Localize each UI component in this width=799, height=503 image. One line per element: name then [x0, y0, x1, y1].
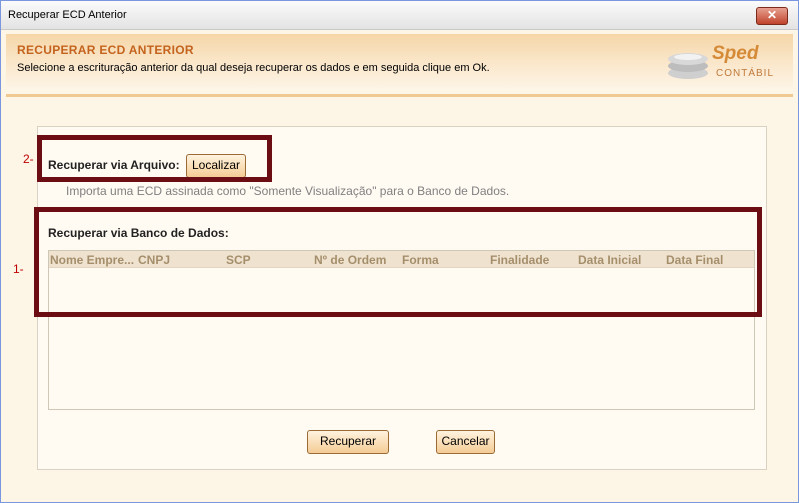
- recuperar-button[interactable]: Recuperar: [307, 430, 389, 454]
- logo-subtext: CONTÁBIL: [716, 68, 775, 79]
- sped-logo: Sped CONTÁBIL: [664, 41, 779, 85]
- logo-text: Sped: [712, 43, 759, 64]
- highlight-box-banco: [34, 207, 762, 317]
- highlight-box-arquivo: [37, 135, 272, 182]
- cancelar-button[interactable]: Cancelar: [436, 430, 495, 454]
- title-bar[interactable]: Recuperar ECD Anterior ✕: [1, 1, 798, 30]
- annotation-2: 2-: [23, 152, 34, 166]
- dialog-header: RECUPERAR ECD ANTERIOR Selecione a escri…: [6, 34, 793, 89]
- dialog-window: Recuperar ECD Anterior ✕ RECUPERAR ECD A…: [0, 0, 799, 503]
- header-divider: [6, 94, 793, 97]
- annotation-1: 1-: [13, 262, 24, 276]
- close-button[interactable]: ✕: [756, 7, 788, 25]
- header-title: RECUPERAR ECD ANTERIOR: [17, 43, 194, 57]
- sped-logo-icon: [668, 53, 708, 79]
- header-subtitle: Selecione a escrituração anterior da qua…: [17, 62, 490, 74]
- window-title: Recuperar ECD Anterior: [8, 9, 127, 21]
- close-icon: ✕: [766, 8, 778, 22]
- arquivo-hint: Importa uma ECD assinada como "Somente V…: [66, 184, 510, 198]
